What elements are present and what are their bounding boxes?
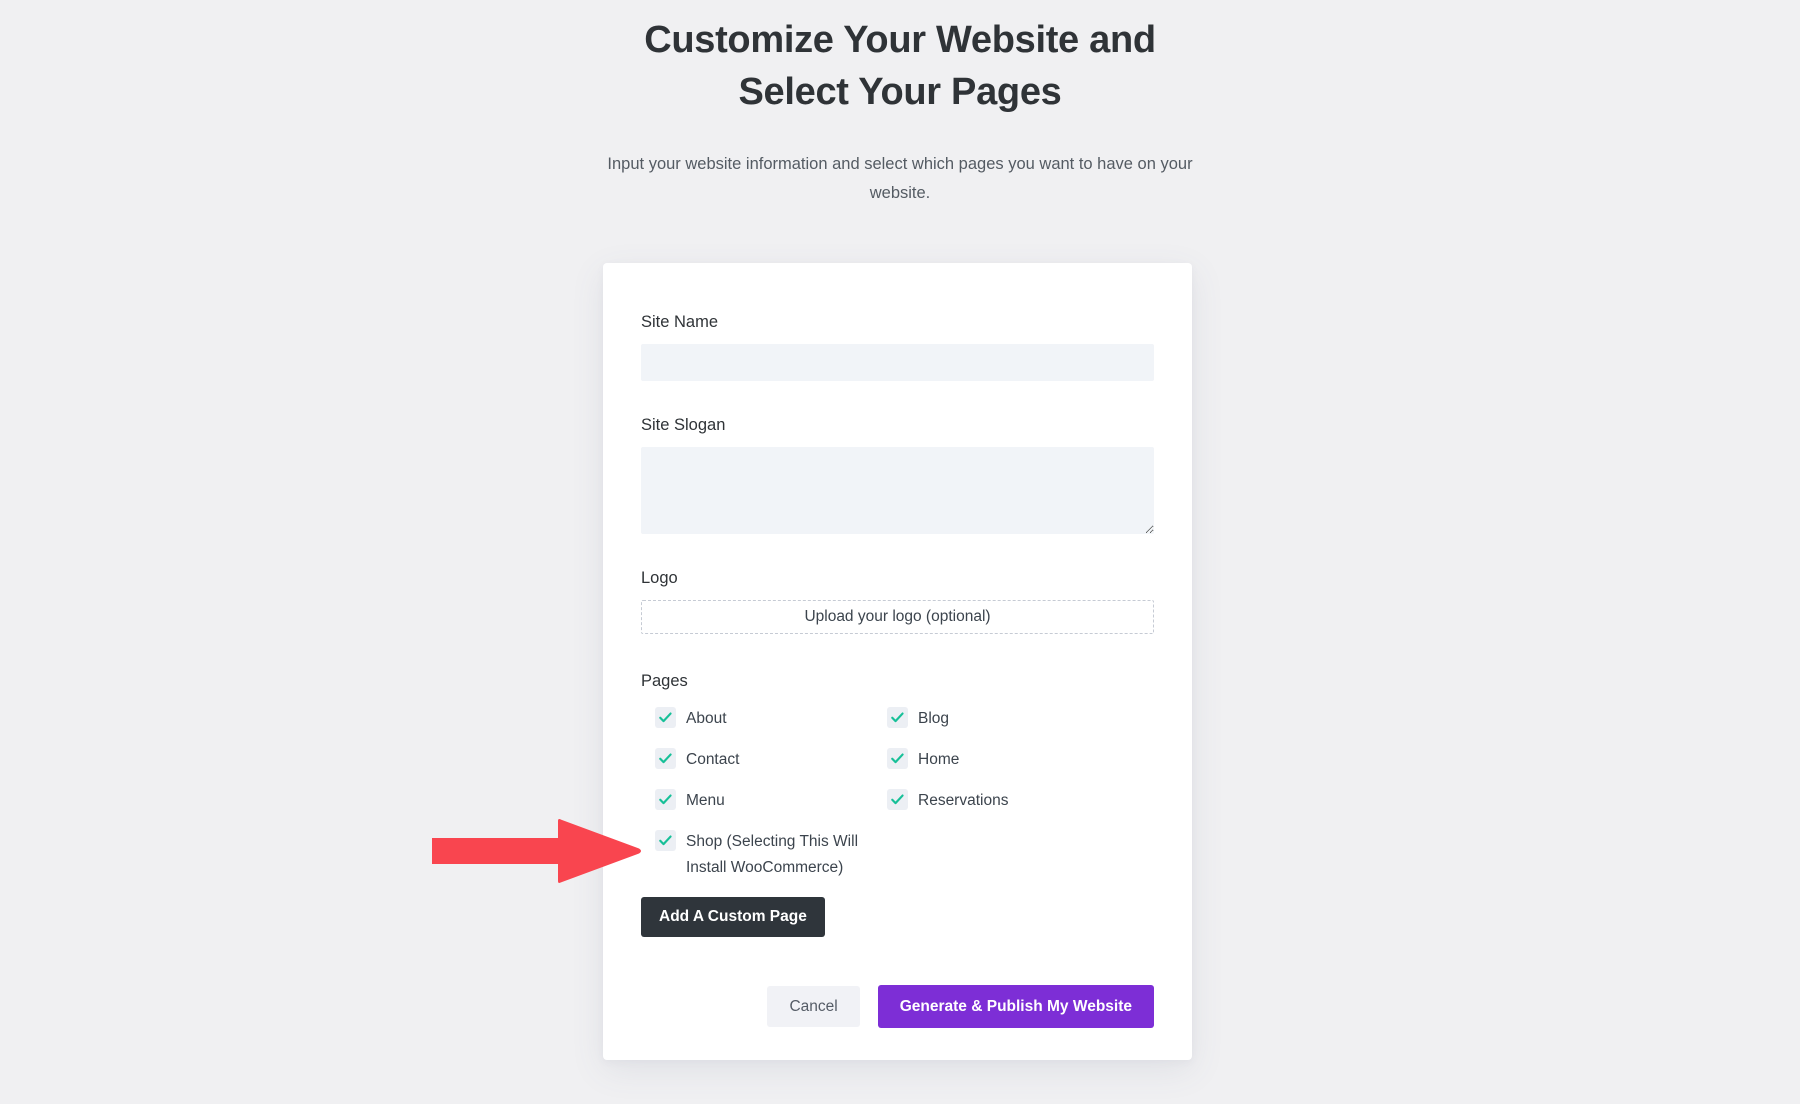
page-checkbox-home[interactable]: Home bbox=[887, 747, 1154, 788]
page-checkbox-label: Blog bbox=[918, 710, 950, 727]
page-header: Customize Your Website and Select Your P… bbox=[590, 14, 1210, 208]
page-checkbox-label: Shop (Selecting This Will Install WooCom… bbox=[686, 833, 859, 876]
card-content: Site Name Site Slogan Logo Upload your l… bbox=[641, 311, 1154, 1028]
page-checkbox-shop[interactable]: Shop (Selecting This Will Install WooCom… bbox=[655, 829, 887, 881]
site-name-label: Site Name bbox=[641, 313, 719, 331]
check-icon bbox=[655, 789, 676, 810]
site-name-field: Site Name bbox=[641, 311, 1154, 381]
page-root: Customize Your Website and Select Your P… bbox=[0, 0, 1800, 1104]
page-title: Customize Your Website and Select Your P… bbox=[644, 19, 1156, 113]
check-icon bbox=[887, 748, 908, 769]
add-custom-page-row: Add A Custom Page bbox=[641, 897, 1154, 937]
check-icon bbox=[887, 707, 908, 728]
page-checkbox-contact[interactable]: Contact bbox=[655, 747, 887, 788]
site-name-input[interactable] bbox=[641, 344, 1154, 381]
pages-field: Pages About Blog Contact Home Menu Reser… bbox=[641, 670, 1154, 881]
page-checkbox-label: Reservations bbox=[918, 792, 1009, 809]
generate-publish-button[interactable]: Generate & Publish My Website bbox=[877, 984, 1154, 1028]
page-checkbox-menu[interactable]: Menu bbox=[655, 788, 887, 829]
logo-upload-dropzone[interactable]: Upload your logo (optional) bbox=[641, 600, 1154, 634]
page-checkbox-label: Menu bbox=[686, 792, 725, 809]
add-custom-page-button[interactable]: Add A Custom Page bbox=[641, 897, 825, 937]
logo-label: Logo bbox=[641, 569, 678, 587]
check-icon bbox=[655, 707, 676, 728]
check-icon bbox=[655, 830, 676, 851]
check-icon bbox=[887, 789, 908, 810]
page-subtitle: Input your website information and selec… bbox=[607, 155, 1193, 202]
page-checkbox-label: Contact bbox=[686, 751, 740, 768]
footer-actions: Cancel Generate & Publish My Website bbox=[641, 984, 1154, 1028]
page-checkbox-about[interactable]: About bbox=[655, 706, 887, 747]
customize-website-card: Site Name Site Slogan Logo Upload your l… bbox=[603, 263, 1192, 1060]
site-slogan-textarea[interactable] bbox=[641, 447, 1154, 534]
pages-checkbox-grid: About Blog Contact Home Menu Reservation… bbox=[641, 706, 1154, 881]
logo-upload-label: Upload your logo (optional) bbox=[804, 608, 991, 625]
page-checkbox-reservations[interactable]: Reservations bbox=[887, 788, 1154, 829]
site-slogan-field: Site Slogan bbox=[641, 414, 1154, 534]
page-checkbox-label: Home bbox=[918, 751, 960, 768]
site-slogan-label: Site Slogan bbox=[641, 416, 726, 434]
logo-field: Logo Upload your logo (optional) bbox=[641, 567, 1154, 634]
check-icon bbox=[655, 748, 676, 769]
cancel-button[interactable]: Cancel bbox=[767, 985, 860, 1027]
page-checkbox-blog[interactable]: Blog bbox=[887, 706, 1154, 747]
page-checkbox-label: About bbox=[686, 710, 727, 727]
pages-label: Pages bbox=[641, 672, 688, 690]
